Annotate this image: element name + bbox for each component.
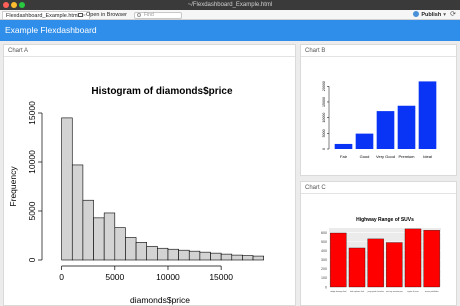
suv-bar-label: ford explorer 4wd xyxy=(350,291,364,293)
suv-bar-label: dodge durango 4wd xyxy=(330,291,346,293)
chart-c-card: Chart C Highway Range of SUVs 0 100 200 300 4… xyxy=(300,181,457,306)
histogram-bar xyxy=(242,255,254,261)
histogram-bar xyxy=(231,254,243,261)
histogram-plot: Histogram of diamonds$price 0 5000 10000 150… xyxy=(8,86,264,305)
histogram-bar xyxy=(135,242,148,261)
histogram-bar xyxy=(252,255,264,261)
histogram-bar xyxy=(93,217,105,261)
histogram-bar xyxy=(220,253,233,261)
suv-bar-label: toyota 4runner xyxy=(407,290,419,293)
cut-bar-label: Very Good xyxy=(376,154,395,159)
y-tick-label: 10000 xyxy=(27,150,37,174)
histogram-bar xyxy=(125,237,137,261)
publish-label: Publish xyxy=(421,12,442,18)
histogram-bar xyxy=(146,245,158,261)
cut-bar xyxy=(397,105,416,149)
y-tick-label: 0 xyxy=(325,285,327,289)
suv-bar-label: nissan pathfinder xyxy=(425,290,439,293)
histogram-bar xyxy=(157,247,169,261)
y-tick-label: 10000 xyxy=(322,113,326,123)
y-axis-label: Frequency xyxy=(8,166,18,207)
y-tick-label: 0 xyxy=(322,148,326,150)
histogram-bar xyxy=(178,249,190,261)
suv-bar xyxy=(423,230,440,288)
y-tick-label: 600 xyxy=(321,231,327,235)
open-in-browser-button[interactable]: Open in Browser xyxy=(78,11,127,19)
suv-chart-title: Highway Range of SUVs xyxy=(356,217,414,223)
y-tick-label: 0 xyxy=(27,257,37,262)
cut-bar xyxy=(376,111,395,149)
suv-bar xyxy=(330,232,347,288)
y-tick-label: 5000 xyxy=(322,129,326,137)
viewer-toolbar: Flexdashboard_Example.html × Open in Brow… xyxy=(0,10,460,20)
y-tick-label: 200 xyxy=(321,267,327,271)
cut-bar-label: Ideal xyxy=(423,154,432,159)
cut-bar xyxy=(334,143,353,149)
cut-bar-label: Fair xyxy=(340,154,348,159)
file-tab[interactable]: Flexdashboard_Example.html × xyxy=(2,11,90,19)
chart-c-title: Chart C xyxy=(301,182,456,194)
y-tick-label: 100 xyxy=(321,276,327,280)
find-placeholder: Find xyxy=(144,11,154,18)
histogram-bar xyxy=(82,199,94,261)
window-titlebar: ~/Flexdashboard_Example.html xyxy=(0,0,460,10)
histogram-bar xyxy=(188,250,201,261)
chart-a-title: Chart A xyxy=(4,45,295,57)
publish-icon xyxy=(413,11,420,17)
y-tick-label: 5000 xyxy=(27,201,37,220)
publish-button[interactable]: Publish ▾ xyxy=(413,11,446,19)
histogram-bar xyxy=(61,117,73,261)
x-axis-label: diamonds$price xyxy=(130,295,190,305)
suv-bar-label: jeep grand cherokee xyxy=(366,291,383,293)
histogram-title: Histogram of diamonds$price xyxy=(91,86,233,97)
y-tick-label: 20000 xyxy=(322,81,326,91)
y-tick-label: 300 xyxy=(321,258,327,262)
window-title: ~/Flexdashboard_Example.html xyxy=(187,2,273,8)
histogram-bar xyxy=(103,212,116,261)
y-tick-label: 15000 xyxy=(322,97,326,107)
refresh-icon[interactable]: ⟳ xyxy=(449,11,457,19)
suv-bar-label: mercury mountaineer xyxy=(386,290,403,293)
chart-b-card: Chart B Fair Good Very Good Premium Ideal 0 50… xyxy=(300,44,457,176)
histogram-bar xyxy=(167,248,179,261)
chevron-down-icon: ▾ xyxy=(443,12,446,18)
file-tab-label: Flexdashboard_Example.html xyxy=(6,13,79,19)
cut-bar-chart: Fair Good Very Good Premium Ideal 0 5000 10000 1… xyxy=(322,81,437,159)
x-tick-label: 15000 xyxy=(209,272,233,282)
cut-bar-label: Good xyxy=(360,154,370,159)
chart-a-card: Chart A Histogram of diamonds$price 0 5000… xyxy=(3,44,296,306)
suv-bar xyxy=(367,238,384,288)
suv-bar xyxy=(348,247,366,288)
y-tick-label: 500 xyxy=(321,240,327,244)
cut-bar-label: Premium xyxy=(398,154,415,159)
find-input[interactable]: Find xyxy=(134,11,182,19)
browser-window-icon xyxy=(78,12,83,17)
x-tick-label: 5000 xyxy=(105,272,124,282)
open-in-browser-label: Open in Browser xyxy=(86,12,127,18)
x-tick-label: 10000 xyxy=(156,272,180,282)
chart-b-title: Chart B xyxy=(301,45,456,57)
y-tick-label: 15000 xyxy=(27,101,37,125)
y-tick-label: 400 xyxy=(321,249,327,253)
cut-bar xyxy=(418,81,437,149)
suv-bar xyxy=(404,228,422,288)
dashboard-title[interactable]: Example Flexdashboard xyxy=(5,20,97,41)
histogram-bar xyxy=(114,227,126,261)
dashboard-navbar: Example Flexdashboard xyxy=(0,20,460,41)
x-tick-label: 0 xyxy=(59,272,64,282)
suv-highway-chart: Highway Range of SUVs 0 100 200 300 400 500 600… xyxy=(321,217,441,293)
histogram-bar xyxy=(71,164,84,261)
cut-bar xyxy=(355,133,374,149)
histogram-bar xyxy=(210,252,222,261)
histogram-bar xyxy=(199,251,211,261)
suv-bar xyxy=(386,242,403,288)
search-icon xyxy=(137,13,141,17)
